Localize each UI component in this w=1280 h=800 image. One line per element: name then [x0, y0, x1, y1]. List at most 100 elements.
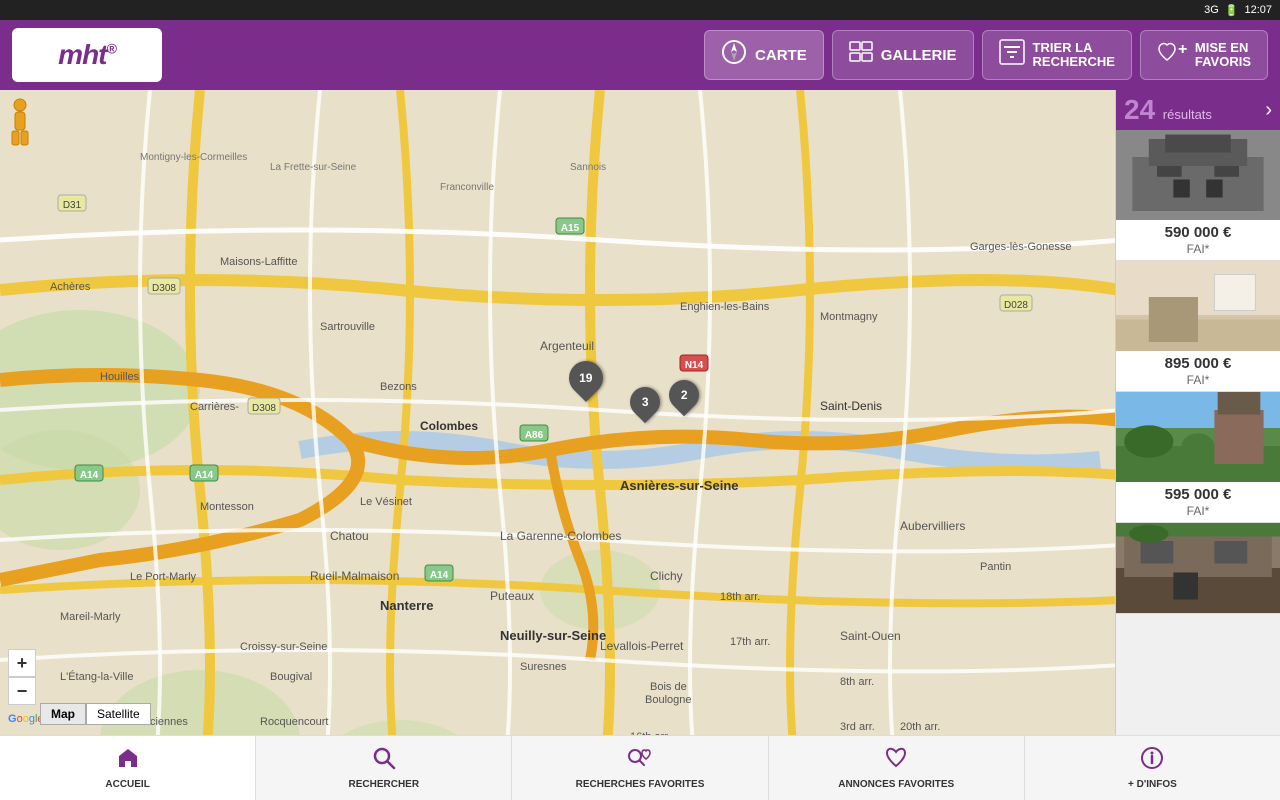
trier-line2: RECHERCHE: [1033, 55, 1115, 69]
svg-text:Boulogne: Boulogne: [645, 694, 692, 706]
svg-text:Carrières-: Carrières-: [190, 401, 239, 413]
chevron-right-icon[interactable]: ›: [1265, 99, 1272, 122]
nav-item-annonces-favorites[interactable]: ANNONCES FAVORITES: [769, 736, 1025, 800]
results-count-area: 24 résultats: [1124, 94, 1212, 126]
favoris-button[interactable]: + MISE EN FAVORIS: [1140, 30, 1268, 80]
svg-text:8th arr.: 8th arr.: [840, 676, 874, 688]
svg-text:Colombes: Colombes: [420, 419, 478, 433]
svg-text:Sannois: Sannois: [570, 162, 606, 173]
svg-text:A14: A14: [195, 470, 214, 481]
property-card-1[interactable]: 895 000 €FAI*: [1116, 261, 1280, 392]
property-fai-0: FAI*: [1116, 242, 1280, 260]
property-fai-2: FAI*: [1116, 504, 1280, 522]
carte-button[interactable]: CARTE: [704, 30, 824, 80]
property-list: 590 000 €FAI* 895 000 €FAI* 595 000 €FAI…: [1116, 130, 1280, 614]
zoom-in-button[interactable]: +: [8, 649, 36, 677]
svg-text:A86: A86: [525, 430, 544, 441]
svg-text:Bougival: Bougival: [270, 671, 312, 683]
nav-label-accueil: ACCUEIL: [105, 779, 149, 790]
svg-text:Pantin: Pantin: [980, 561, 1011, 573]
svg-text:Garges-lès-Gonesse: Garges-lès-Gonesse: [970, 241, 1072, 253]
svg-text:A14: A14: [430, 570, 449, 581]
svg-text:Franconville: Franconville: [440, 182, 494, 193]
nav-item-accueil[interactable]: ACCUEIL: [0, 736, 256, 800]
svg-text:Neuilly-sur-Seine: Neuilly-sur-Seine: [500, 628, 606, 643]
svg-text:La Frette-sur-Seine: La Frette-sur-Seine: [270, 162, 357, 173]
zoom-out-button[interactable]: −: [8, 677, 36, 705]
nav-icon-recherches-favorites: [626, 746, 654, 776]
property-card-0[interactable]: 590 000 €FAI*: [1116, 130, 1280, 261]
svg-text:Enghien-les-Bains: Enghien-les-Bains: [680, 301, 770, 313]
property-price-2: 595 000 €: [1116, 482, 1280, 504]
compass-icon: [721, 39, 747, 71]
nav-item-recherches-favorites[interactable]: RECHERCHES FAVORITES: [512, 736, 768, 800]
nav-item-plus-dinfos[interactable]: + D'INFOS: [1025, 736, 1280, 800]
marker-3-label: 3: [642, 396, 649, 408]
svg-text:20th arr.: 20th arr.: [900, 721, 940, 733]
svg-text:A14: A14: [80, 470, 99, 481]
svg-text:Montmagny: Montmagny: [820, 311, 878, 323]
svg-text:Montesson: Montesson: [200, 501, 254, 513]
svg-text:La Garenne-Colombes: La Garenne-Colombes: [500, 529, 621, 543]
logo-area[interactable]: mht®: [12, 28, 162, 82]
svg-text:Puteaux: Puteaux: [490, 589, 534, 603]
gallerie-label: GALLERIE: [881, 47, 957, 64]
header: mht® CARTE GALLERIE: [0, 20, 1280, 90]
mise-line2: FAVORIS: [1195, 55, 1251, 69]
svg-text:Rueil-Malmaison: Rueil-Malmaison: [310, 569, 399, 583]
svg-text:Saint-Ouen: Saint-Ouen: [840, 629, 901, 643]
nav-icon-rechercher: [372, 746, 396, 776]
svg-text:D308: D308: [152, 283, 176, 294]
svg-text:Croissy-sur-Seine: Croissy-sur-Seine: [240, 641, 327, 653]
property-card-3[interactable]: [1116, 523, 1280, 614]
svg-text:Chatou: Chatou: [330, 529, 369, 543]
carte-label: CARTE: [755, 47, 807, 64]
svg-text:Aubervilliers: Aubervilliers: [900, 519, 965, 533]
nav-label-rechercher: RECHERCHER: [349, 779, 420, 790]
streetview-pegman[interactable]: [8, 98, 32, 148]
map-zoom-controls: + −: [8, 649, 36, 705]
nav-item-rechercher[interactable]: RECHERCHER: [256, 736, 512, 800]
clock: 12:07: [1244, 4, 1272, 16]
svg-text:+: +: [1178, 41, 1187, 58]
property-fai-1: FAI*: [1116, 373, 1280, 391]
svg-text:Rocquencourt: Rocquencourt: [260, 716, 329, 728]
map-type-map[interactable]: Map: [40, 703, 86, 725]
marker-19-label: 19: [579, 372, 592, 384]
svg-text:Houilles: Houilles: [100, 371, 140, 383]
svg-text:Levallois-Perret: Levallois-Perret: [600, 639, 684, 653]
svg-text:Clichy: Clichy: [650, 569, 683, 583]
svg-text:Bezons: Bezons: [380, 381, 417, 393]
svg-text:3rd arr.: 3rd arr.: [840, 721, 875, 733]
svg-text:D308: D308: [252, 403, 276, 414]
logo-text: mht®: [58, 39, 116, 71]
nav-label-plus-dinfos: + D'INFOS: [1128, 779, 1177, 790]
property-price-0: 590 000 €: [1116, 220, 1280, 242]
sidebar-header: 24 résultats ›: [1116, 90, 1280, 130]
svg-text:Maisons-Laffitte: Maisons-Laffitte: [220, 256, 297, 268]
svg-text:Mareil-Marly: Mareil-Marly: [60, 611, 121, 623]
svg-text:Le Port-Marly: Le Port-Marly: [130, 571, 197, 583]
map-container[interactable]: Achères Maisons-Laffitte Sartrouville Be…: [0, 90, 1115, 735]
svg-text:D028: D028: [1004, 300, 1028, 311]
gallerie-button[interactable]: GALLERIE: [832, 30, 974, 80]
marker-2-label: 2: [681, 389, 688, 401]
gallery-icon: [849, 41, 873, 69]
trier-button[interactable]: TRIER LA RECHERCHE: [982, 30, 1132, 80]
svg-text:N14: N14: [685, 360, 704, 371]
svg-text:A15: A15: [561, 223, 580, 234]
svg-text:Nanterre: Nanterre: [380, 598, 433, 613]
nav-label-recherches-favorites: RECHERCHES FAVORITES: [576, 779, 705, 790]
heart-plus-icon: +: [1157, 40, 1187, 70]
results-count: 24: [1124, 94, 1155, 125]
svg-text:Saint-Denis: Saint-Denis: [820, 399, 882, 413]
svg-text:17th arr.: 17th arr.: [730, 636, 770, 648]
bottom-nav: ACCUEIL RECHERCHER RECHERCHES FAVORITES ANN…: [0, 735, 1280, 800]
svg-text:18th arr.: 18th arr.: [720, 591, 760, 603]
svg-text:Achères: Achères: [50, 281, 91, 293]
sidebar-panel: 24 résultats › 590 000 €FAI* 895 000 €FA…: [1115, 90, 1280, 735]
property-price-1: 895 000 €: [1116, 351, 1280, 373]
map-type-satellite[interactable]: Satellite: [86, 703, 151, 725]
property-card-2[interactable]: 595 000 €FAI*: [1116, 392, 1280, 523]
map-type-bar: Map Satellite: [40, 703, 151, 725]
